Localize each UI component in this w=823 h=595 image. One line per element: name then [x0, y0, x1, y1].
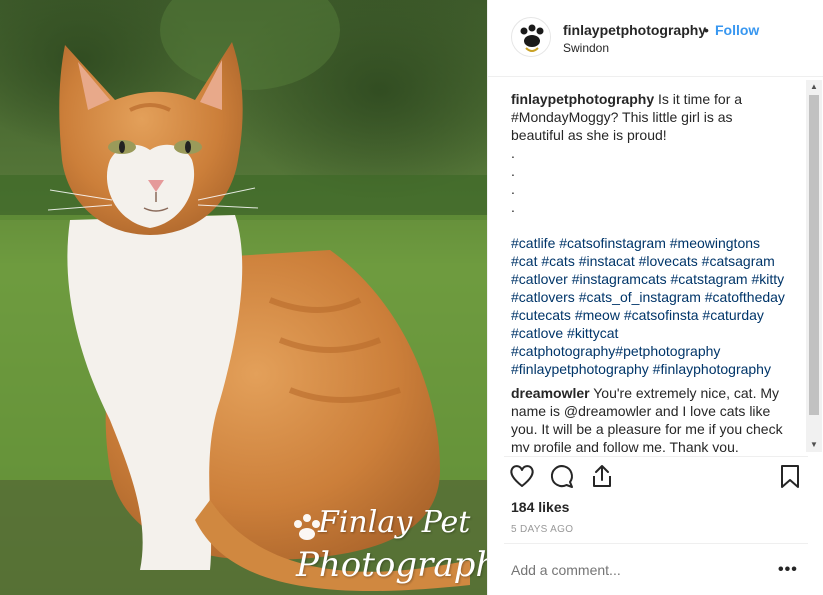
caption-text: Is it time for a #MondayMoggy? This litt… [511, 91, 743, 215]
comment-icon [550, 465, 573, 488]
comment-button[interactable] [548, 462, 576, 490]
location-link[interactable]: Swindon [563, 41, 609, 55]
add-comment-input[interactable] [511, 562, 741, 578]
post-photo[interactable]: Finlay Pet Photography [0, 0, 487, 595]
follow-button[interactable]: Follow [715, 22, 759, 38]
caption-author[interactable]: finlaypetphotography [511, 91, 654, 107]
separator-dot: • [704, 22, 709, 38]
paw-logo-icon [513, 19, 550, 56]
comments-scrollbar[interactable]: ▲ ▼ [806, 80, 822, 452]
avatar[interactable] [511, 17, 551, 57]
watermark-line2: Photography [296, 545, 487, 585]
scroll-up-arrow-icon[interactable]: ▲ [806, 80, 822, 94]
post-header: finlaypetphotography • Follow Swindon [488, 0, 823, 77]
comment-author[interactable]: dreamowler [511, 385, 590, 401]
share-icon [593, 465, 611, 487]
comment-item: dreamowler You're extremely nice, cat. M… [511, 384, 786, 452]
comments-list[interactable]: finlaypetphotography Is it time for a #M… [511, 90, 786, 452]
watermark-line1: Finlay Pet [318, 505, 471, 540]
bookmark-icon [781, 465, 799, 488]
action-bar [488, 462, 823, 494]
post-timestamp[interactable]: 5 DAYS AGO [511, 524, 573, 535]
like-button[interactable] [508, 462, 536, 490]
username-link[interactable]: finlaypetphotography [563, 22, 706, 38]
more-options-button[interactable]: ••• [778, 561, 798, 579]
scrollbar-thumb[interactable] [809, 95, 819, 415]
caption-hashtags[interactable]: #catlife #catsofinstagram #meowingtons #… [511, 234, 786, 378]
save-button[interactable] [776, 462, 804, 490]
scroll-down-arrow-icon[interactable]: ▼ [806, 438, 822, 452]
heart-icon [510, 465, 534, 487]
divider [504, 543, 808, 544]
caption: finlaypetphotography Is it time for a #M… [511, 90, 786, 216]
divider [504, 456, 808, 457]
post-side-panel: finlaypetphotography • Follow Swindon fi… [487, 0, 823, 595]
share-button[interactable] [588, 462, 616, 490]
likes-count[interactable]: 184 likes [511, 499, 569, 515]
